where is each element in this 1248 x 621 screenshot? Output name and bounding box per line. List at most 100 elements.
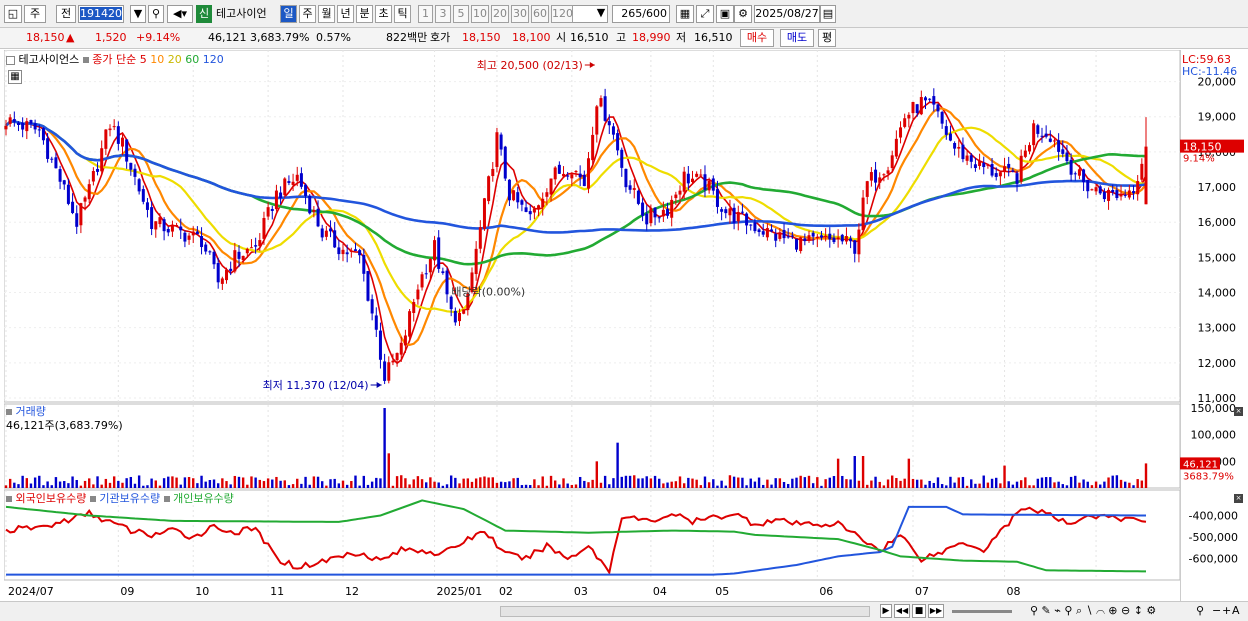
rewind-icon[interactable]: ◀◀ bbox=[894, 604, 910, 618]
period-tab-2[interactable]: 월 bbox=[318, 5, 335, 23]
candle-body bbox=[200, 236, 204, 248]
candle-body bbox=[678, 190, 682, 195]
ask-label: 호가 bbox=[430, 31, 451, 44]
buy-button[interactable]: 매수 bbox=[740, 29, 774, 47]
fast-forward-icon[interactable]: ▶▶ bbox=[928, 604, 944, 618]
stop-icon[interactable]: ■ bbox=[912, 604, 926, 618]
volume-bar bbox=[1044, 477, 1048, 488]
volume-bar bbox=[54, 477, 58, 488]
close-pane-icon[interactable]: × bbox=[1234, 407, 1243, 416]
volume-bar bbox=[142, 485, 145, 488]
candle-body bbox=[299, 173, 303, 187]
candle-body bbox=[882, 174, 886, 176]
period-tab-3[interactable]: 년 bbox=[337, 5, 354, 23]
volume-bar bbox=[724, 485, 727, 488]
volume-bar bbox=[749, 478, 752, 488]
sound-icon[interactable]: ◀▾ bbox=[167, 5, 193, 23]
up-arrow-icon: ▲ bbox=[66, 31, 75, 44]
interval-button-1[interactable]: 1 bbox=[418, 5, 433, 23]
close-pane-icon[interactable]: × bbox=[1234, 494, 1243, 503]
volume-bar bbox=[13, 482, 16, 488]
candle-body bbox=[507, 179, 511, 201]
candle-body bbox=[474, 248, 478, 275]
interval-button-30[interactable]: 30 bbox=[511, 5, 529, 23]
volume-bar bbox=[924, 484, 927, 488]
scroll-right-icon[interactable]: ▶ bbox=[880, 604, 892, 618]
checkbox-icon[interactable] bbox=[6, 55, 15, 65]
candle-body bbox=[320, 228, 324, 238]
volume-bar bbox=[75, 479, 78, 488]
gear-icon[interactable]: ⚙ bbox=[734, 5, 752, 23]
volume-bar bbox=[678, 476, 682, 488]
candle-body bbox=[1069, 159, 1073, 175]
scrollbar[interactable] bbox=[500, 606, 870, 617]
volume-bar bbox=[333, 478, 336, 488]
trade-amount: 822백만 bbox=[386, 31, 428, 44]
interval-button-20[interactable]: 20 bbox=[491, 5, 509, 23]
save-icon[interactable]: ▣ bbox=[716, 5, 734, 23]
grid-icon[interactable]: ▦ bbox=[676, 5, 694, 23]
candle-body bbox=[50, 158, 54, 160]
signal-badge[interactable]: 신 bbox=[196, 5, 212, 23]
zoom-slider[interactable] bbox=[952, 610, 1012, 613]
volume-bar bbox=[803, 477, 807, 488]
volume-bar bbox=[21, 475, 24, 488]
period-tab-1[interactable]: 주 bbox=[299, 5, 316, 23]
volume-bar bbox=[499, 481, 503, 488]
interval-button-60[interactable]: 60 bbox=[531, 5, 549, 23]
sell-button[interactable]: 매도 bbox=[780, 29, 814, 47]
code-input[interactable]: 191420 bbox=[78, 5, 124, 23]
prev-select[interactable]: 전 bbox=[56, 5, 76, 23]
search-icon[interactable]: ⚲ bbox=[148, 5, 164, 23]
volume-bar bbox=[558, 484, 561, 488]
volume-bar bbox=[483, 476, 486, 488]
interval-button-5[interactable]: 5 bbox=[453, 5, 469, 23]
candle-body bbox=[383, 361, 387, 381]
minus-icon[interactable]: − bbox=[1212, 604, 1221, 617]
legend-indiv: 개인보유수량 bbox=[173, 492, 234, 505]
period-tab-5[interactable]: 초 bbox=[375, 5, 392, 23]
candle-body bbox=[291, 181, 295, 185]
zoom-tools-icon[interactable]: ⚲ ✎ ⌁ ⚲ ⌕ ∖ ⌒ ⊕ ⊖ ↕ ⚙ bbox=[1030, 604, 1156, 618]
candle-body bbox=[4, 125, 8, 130]
zoom-icon[interactable]: ⤢ bbox=[696, 5, 714, 23]
candle-body bbox=[923, 97, 927, 101]
candle-body bbox=[1115, 190, 1119, 199]
candle-body bbox=[919, 97, 923, 115]
plus-icon[interactable]: + bbox=[1222, 604, 1231, 617]
volume-bar bbox=[953, 482, 956, 488]
flat-button[interactable]: 평 bbox=[818, 29, 836, 47]
candle-body bbox=[774, 233, 778, 241]
volume-info: 46,121주(3,683.79%) bbox=[6, 419, 123, 432]
price-tag-pct: 9.14% bbox=[1183, 154, 1215, 165]
period-tab-4[interactable]: 분 bbox=[356, 5, 373, 23]
volume-bar bbox=[1007, 481, 1010, 488]
candle-body bbox=[1040, 135, 1044, 137]
price-change: 1,520 bbox=[95, 31, 127, 44]
candle-body bbox=[778, 232, 782, 239]
count-input[interactable]: 265/600 bbox=[612, 5, 670, 23]
hold-line-0 bbox=[5, 506, 1147, 576]
interval-button-10[interactable]: 10 bbox=[471, 5, 489, 23]
window-icon[interactable]: ◱ bbox=[4, 5, 22, 23]
market-select[interactable]: 주 bbox=[24, 5, 46, 23]
volume-bar bbox=[707, 482, 711, 488]
interval-button-120[interactable]: 120 bbox=[551, 5, 573, 23]
date-input[interactable]: 2025/08/27 bbox=[754, 5, 820, 23]
font-size-icon[interactable]: A bbox=[1232, 604, 1240, 617]
candle-body bbox=[391, 360, 395, 363]
candle-body bbox=[978, 160, 982, 166]
calendar-icon[interactable]: ▤ bbox=[820, 5, 836, 23]
period-tab-0[interactable]: 일 bbox=[280, 5, 297, 23]
chart-area[interactable]: 최고 20,500 (02/13) 최저 11,370 (12/04) 배당락(0.… bbox=[4, 50, 1180, 602]
candle-body bbox=[603, 96, 607, 121]
volume-bar bbox=[658, 478, 661, 488]
interval-dropdown-icon[interactable]: ▼ bbox=[594, 5, 608, 23]
zoom-out-icon[interactable]: ⚲ bbox=[1196, 604, 1204, 617]
volume-bar bbox=[633, 475, 636, 488]
period-tab-6[interactable]: 틱 bbox=[394, 5, 411, 23]
candle-body bbox=[928, 98, 932, 100]
code-dropdown-icon[interactable]: ▼ bbox=[130, 5, 146, 23]
table-icon[interactable]: ▦ bbox=[8, 70, 22, 84]
interval-button-3[interactable]: 3 bbox=[435, 5, 451, 23]
